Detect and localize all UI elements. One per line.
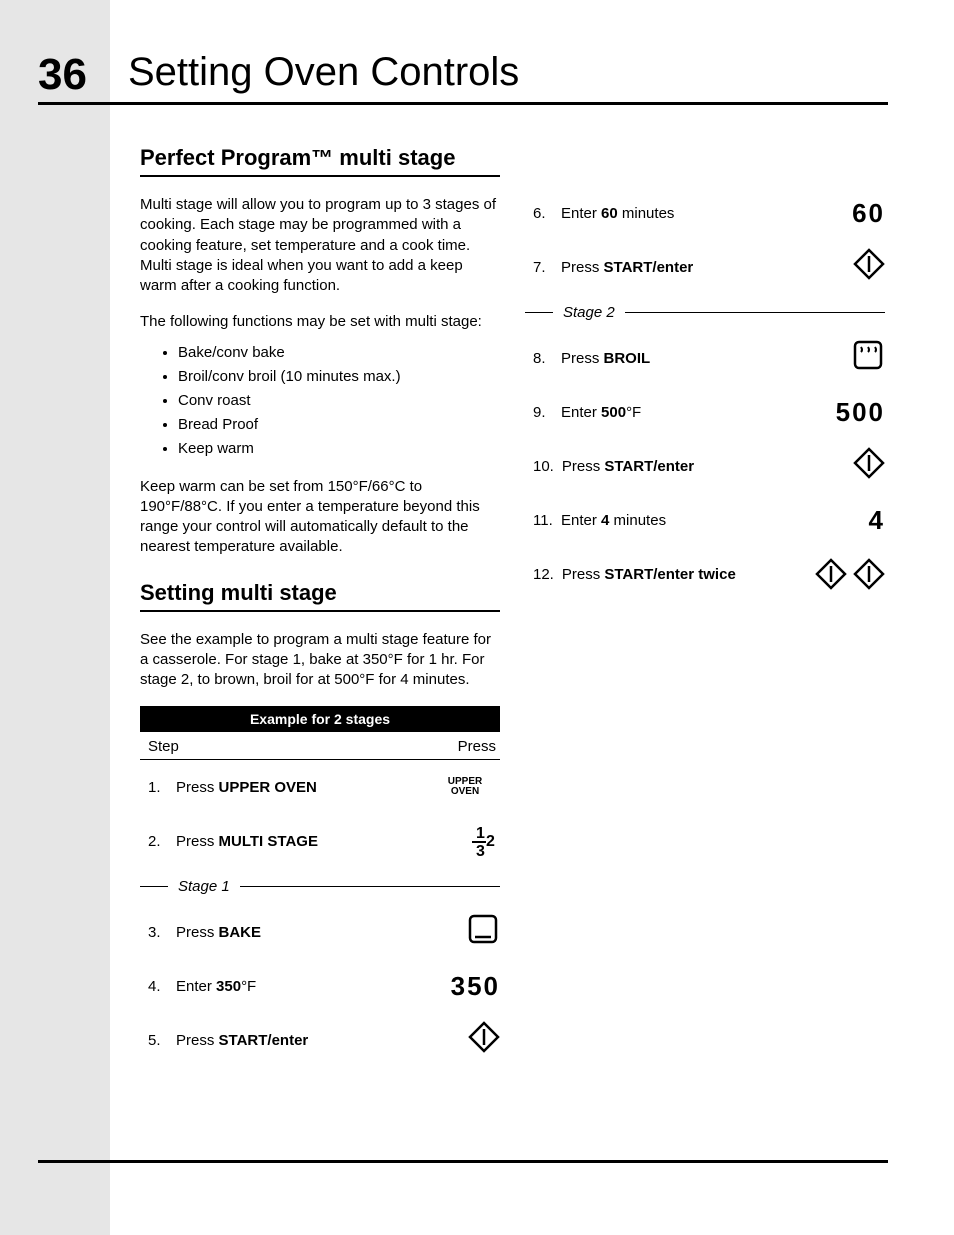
step-row: 8. Press BROIL [525,331,885,385]
step-label: Press BAKE [176,924,261,941]
start-enter-icon [853,558,885,590]
step-row: 7. Press START/enter [525,240,885,294]
step-number: 12. [533,566,554,583]
stage-label: Stage 1 [178,878,230,895]
broil-icon [851,338,885,372]
step-row: 2. Press MULTI STAGE 1 2 3 [140,814,500,868]
step-label: Press BROIL [561,350,650,367]
svg-text:2: 2 [486,833,495,850]
step-number: 3. [148,924,168,941]
start-enter-icon [468,1021,500,1053]
step-label: Press START/enter twice [562,566,736,583]
svg-text:1: 1 [476,825,485,842]
col-step: Step [148,738,179,755]
step-row: 5. Press START/enter [140,1013,500,1067]
step-number: 7. [533,259,553,276]
body-paragraph: Multi stage will allow you to program up… [140,195,500,296]
stage-separator: Stage 2 [525,304,885,321]
start-enter-twice-icon [815,558,885,590]
feature-list: Bake/conv bake Broil/conv broil (10 minu… [178,341,500,461]
display-value: 500 [836,397,885,427]
multi-stage-icon: 1 2 3 [430,824,500,858]
page-number: 36 [38,50,87,100]
step-label: Press UPPER OVEN [176,779,317,796]
step-number: 9. [533,404,553,421]
section-heading-perfect-program: Perfect Program™ multi stage [140,145,500,171]
section-heading-setting-multi-stage: Setting multi stage [140,580,500,606]
step-row: 9. Enter 500°F 500 [525,385,885,439]
svg-text:3: 3 [476,843,485,858]
page-sidebar [0,0,110,1235]
section-rule [140,175,500,177]
list-item: Keep warm [178,437,500,461]
left-column: Perfect Program™ multi stage Multi stage… [140,145,500,1067]
steps-left: 1. Press UPPER OVEN UPPEROVEN 2. Press M… [140,760,500,1067]
rule-bottom [38,1160,888,1163]
steps-right: 6. Enter 60 minutes 60 7. Press START/en… [525,186,885,601]
start-enter-icon [815,558,847,590]
right-column: 6. Enter 60 minutes 60 7. Press START/en… [525,186,885,601]
upper-oven-icon: UPPEROVEN [430,777,500,797]
body-paragraph: Keep warm can be set from 150°F/66°C to … [140,477,500,558]
start-enter-icon [853,447,885,479]
display-value: 4 [869,505,885,535]
body-paragraph: The following functions may be set with … [140,312,500,332]
step-row: 10. Press START/enter [525,439,885,493]
step-label: Enter 350°F [176,978,256,995]
display-value: 60 [852,198,885,228]
step-number: 8. [533,350,553,367]
body-paragraph: See the example to program a multi stage… [140,630,500,691]
step-label: Press START/enter [562,458,694,475]
step-number: 2. [148,833,168,850]
step-number: 11. [533,512,553,529]
stage-separator: Stage 1 [140,878,500,895]
table-title: Example for 2 stages [140,706,500,732]
step-number: 1. [148,779,168,796]
step-row: 12. Press START/enter twice [525,547,885,601]
start-enter-icon [853,248,885,280]
rule-top [38,102,888,105]
step-row: 6. Enter 60 minutes 60 [525,186,885,240]
stage-label: Stage 2 [563,304,615,321]
step-number: 4. [148,978,168,995]
list-item: Bread Proof [178,413,500,437]
step-number: 6. [533,205,553,222]
bake-icon [466,912,500,946]
page-title: Setting Oven Controls [128,50,519,95]
step-row: 1. Press UPPER OVEN UPPEROVEN [140,760,500,814]
display-value: 350 [451,971,500,1001]
step-number: 5. [148,1032,168,1049]
step-number: 10. [533,458,554,475]
col-press: Press [458,738,496,755]
list-item: Conv roast [178,389,500,413]
step-label: Press START/enter [176,1032,308,1049]
step-label: Press MULTI STAGE [176,833,318,850]
step-row: 11. Enter 4 minutes 4 [525,493,885,547]
step-label: Enter 60 minutes [561,205,674,222]
list-item: Broil/conv broil (10 minutes max.) [178,365,500,389]
step-label: Enter 500°F [561,404,641,421]
step-row: 3. Press BAKE [140,905,500,959]
table-column-headers: Step Press [140,732,500,760]
step-row: 4. Enter 350°F 350 [140,959,500,1013]
list-item: Bake/conv bake [178,341,500,365]
step-label: Press START/enter [561,259,693,276]
step-label: Enter 4 minutes [561,512,666,529]
section-rule [140,610,500,612]
